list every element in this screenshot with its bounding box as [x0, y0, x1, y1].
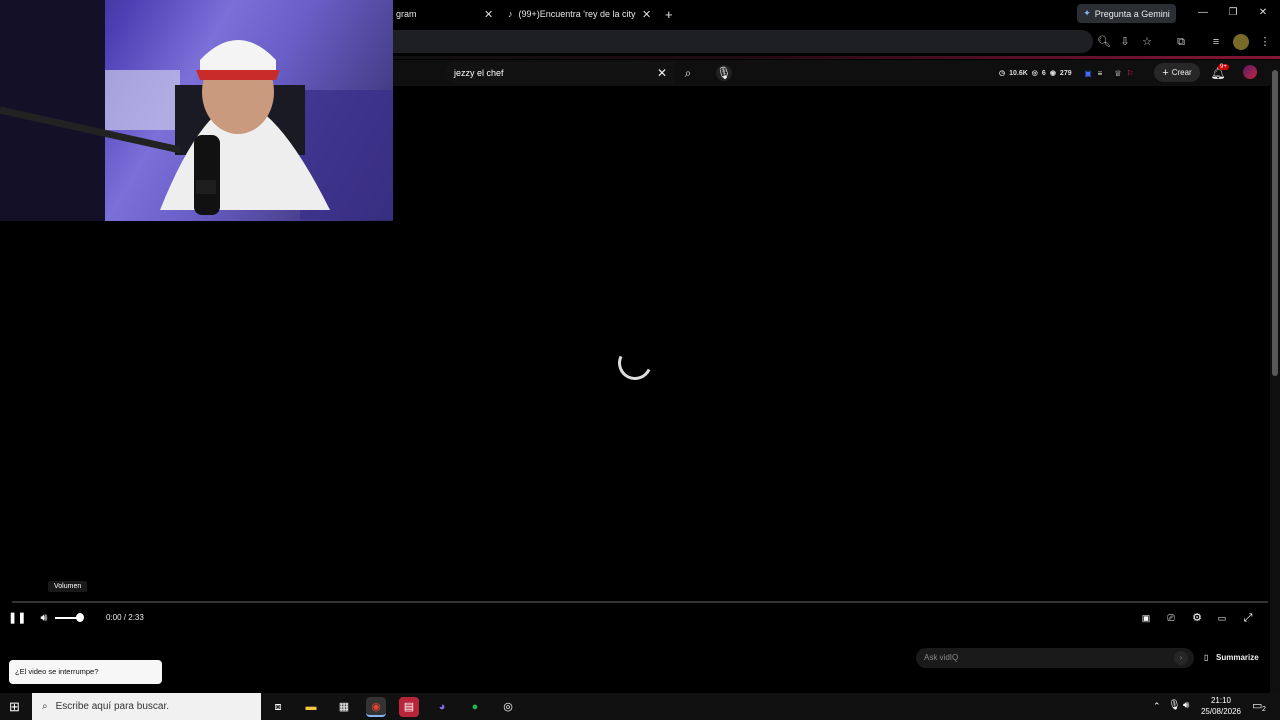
discord-icon[interactable]: ◕ [432, 697, 452, 717]
microphone-icon[interactable]: 🎙︎ [1168, 700, 1181, 711]
create-button[interactable]: + Crear [1154, 63, 1200, 82]
browser-tab-tiktok[interactable]: ♪ (99+)Encuentra 'rey de la city h [508, 4, 636, 24]
taskbar-clock[interactable]: 21:10 25/08/2026 [1198, 695, 1244, 717]
settings-gear-icon[interactable]: ⚙ [1188, 610, 1206, 626]
vidiq-stats: ◷ 10.6K ◎ 6 ◉ 279 [999, 67, 1072, 79]
address-bar[interactable] [393, 30, 1093, 53]
windows-start-icon[interactable]: ⊞ [9, 699, 20, 715]
webcam-overlay [0, 0, 393, 221]
chrome-icon[interactable]: ◉ [366, 697, 386, 717]
system-tray-chevron-icon[interactable]: ⌃ [1153, 701, 1161, 712]
close-window-button[interactable]: ✕ [1254, 5, 1272, 21]
profile-icon[interactable] [1233, 34, 1249, 50]
minimize-button[interactable]: — [1194, 5, 1212, 21]
tiktok-icon: ♪ [508, 9, 513, 19]
clear-search-icon[interactable]: ✕ [654, 65, 670, 81]
tab-close-icon[interactable]: ✕ [642, 4, 651, 24]
streamlabs-icon[interactable]: ▤ [399, 697, 419, 717]
file-explorer-icon[interactable]: ▬ [301, 697, 321, 717]
summarize-icon: ▯ [1204, 653, 1209, 662]
gemini-sparkle-icon: ✦ [1083, 8, 1091, 18]
search-icon: ⌕ [42, 701, 48, 712]
obs-icon[interactable]: ◎ [498, 697, 518, 717]
likes-icon: ◎ [1031, 70, 1038, 77]
volume-slider-handle[interactable] [76, 613, 84, 622]
media-controls-icon[interactable]: ≡ [1208, 34, 1224, 50]
action-center-icon[interactable]: ▭ [1252, 699, 1262, 712]
pause-button[interactable]: ❚❚ [8, 610, 26, 626]
extensions-icon[interactable]: ⧉ [1173, 34, 1189, 50]
summarize-button[interactable]: Summarize [1216, 653, 1259, 662]
task-view-icon[interactable]: ⧈ [268, 697, 288, 717]
clock-icon: ◷ [999, 70, 1006, 77]
voice-search-icon[interactable]: 🎙︎ [716, 65, 732, 81]
theater-mode-icon[interactable]: ▭ [1213, 610, 1231, 626]
subtitles-icon[interactable]: ⎚ [1162, 610, 1180, 626]
taskbar-search-input[interactable]: ⌕ Escribe aquí para buscar. [32, 693, 261, 720]
tab-label: (99+)Encuentra 'rey de la city h [518, 9, 637, 19]
likes-count: 6 [1041, 69, 1046, 77]
search-input-value: jezzy el chef [454, 68, 504, 78]
webcam-streamer-image [0, 0, 393, 221]
new-tab-button[interactable]: + [665, 4, 673, 24]
vidiq-send-icon[interactable]: › [1174, 651, 1188, 665]
store-icon[interactable]: ▦ [334, 697, 354, 717]
bookmark-star-icon[interactable]: ☆ [1139, 34, 1155, 50]
progress-bar[interactable] [12, 601, 1268, 603]
avatar[interactable] [1243, 65, 1257, 79]
tab-label: gram [396, 9, 417, 19]
create-label: Crear [1171, 68, 1192, 77]
speaker-icon[interactable]: 🔊︎ [1183, 700, 1189, 711]
menu-kebab-icon[interactable]: ⋮ [1257, 34, 1273, 50]
views-count: 10.6K [1009, 69, 1028, 77]
scrollbar-thumb[interactable] [1272, 70, 1278, 376]
vidiq-ask-input[interactable]: Ask vidIQ [916, 648, 1194, 668]
list-icon[interactable]: ≡ [1092, 66, 1108, 82]
tab-close-icon[interactable]: ✕ [484, 4, 493, 24]
clock-date: 25/08/2026 [1200, 707, 1242, 716]
alert-icon[interactable]: ⚐ [1122, 66, 1138, 82]
search-input[interactable]: jezzy el chef [446, 62, 674, 84]
gemini-label: Pregunta a Gemini [1094, 8, 1170, 19]
comments-count: 279 [1059, 69, 1072, 77]
taskbar-search-placeholder: Escribe aquí para buscar. [55, 701, 170, 712]
install-app-icon[interactable]: ⇩ [1117, 34, 1133, 50]
vidiq-player-icon[interactable]: ▣ [1137, 610, 1155, 626]
time-display: 0:00 / 2:33 [106, 613, 144, 622]
spotify-icon[interactable]: ● [465, 697, 485, 717]
page-load-accent-bar [393, 56, 1280, 59]
fullscreen-icon[interactable]: ⤢ [1239, 610, 1257, 626]
search-icon[interactable]: ⌕ [680, 65, 696, 81]
notification-badge: 9+ [1218, 64, 1229, 70]
clock-time: 21:10 [1210, 696, 1232, 705]
gemini-button[interactable]: ✦ Pregunta a Gemini [1077, 4, 1176, 23]
restore-button[interactable]: ❐ [1224, 5, 1242, 21]
playback-issue-toast[interactable]: ¿El video se interrumpe? [9, 660, 162, 684]
action-center-badge: 2 [1262, 706, 1266, 713]
volume-icon[interactable]: 🔊︎ [35, 610, 53, 626]
loading-spinner [613, 341, 657, 385]
plus-icon: + [1162, 66, 1169, 79]
volume-tooltip: Volumen [48, 581, 88, 592]
zoom-icon[interactable]: 🔍︎ [1096, 34, 1112, 50]
comments-icon: ◉ [1049, 70, 1056, 77]
browser-tab-instagram[interactable]: gram [396, 4, 491, 24]
